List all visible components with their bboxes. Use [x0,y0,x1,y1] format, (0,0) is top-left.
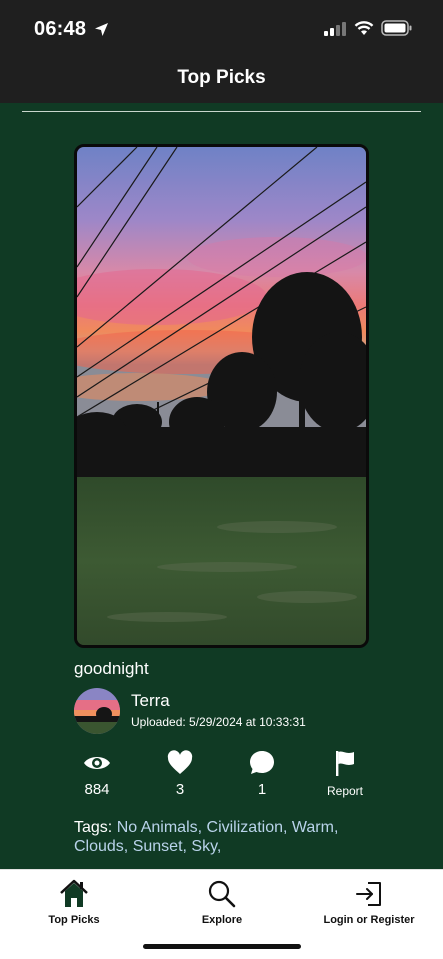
tab-top-picks-label: Top Picks [48,914,100,926]
search-icon [208,880,236,908]
flag-icon [336,751,354,776]
report-label: Report [326,784,364,798]
wifi-icon [354,21,374,35]
tab-explore-label: Explore [201,914,243,926]
status-time: 06:48 [34,18,87,40]
status-bar: 06:48 [0,0,443,58]
report-button[interactable]: Report [310,748,380,798]
tags-list[interactable]: No Animals, Civilization, Warm, Clouds, … [74,819,338,855]
avatar-image [74,688,120,734]
views-count: 884 [84,781,110,798]
tab-login-register[interactable]: Login or Register [314,878,424,926]
battery-icon [381,20,412,36]
home-indicator [143,944,301,949]
tab-top-picks[interactable]: Top Picks [34,878,114,926]
tab-explore[interactable]: Explore [182,878,262,926]
comments-count: 1 [257,781,267,798]
post-tags: Tags: No Animals, Civilization, Warm, Cl… [74,818,374,856]
tags-label: Tags: [74,819,113,836]
comment-bubble-icon [250,751,274,774]
likes-count: 3 [175,781,185,798]
heart-icon [167,750,193,774]
views-stat: 884 [62,748,132,798]
like-button[interactable]: 3 [145,748,215,798]
author-name[interactable]: Terra [131,691,170,711]
tab-login-register-label: Login or Register [323,914,415,926]
sunset-field-photo [77,147,366,645]
top-header: Top Picks [0,58,443,103]
post-photo[interactable] [74,144,369,648]
upload-timestamp: Uploaded: 5/29/2024 at 10:33:31 [131,715,306,729]
page-title: Top Picks [177,67,266,88]
home-icon [60,879,88,907]
cellular-signal-icon [324,22,346,36]
bottom-tab-bar: Top Picks Explore Login or Register [0,869,443,959]
comment-button[interactable]: 1 [227,748,297,798]
author-avatar[interactable] [74,688,120,734]
post-title: goodnight [74,659,149,678]
login-icon [356,882,381,906]
header-divider [22,111,421,112]
eye-icon [84,757,110,769]
location-arrow-icon [95,23,108,36]
